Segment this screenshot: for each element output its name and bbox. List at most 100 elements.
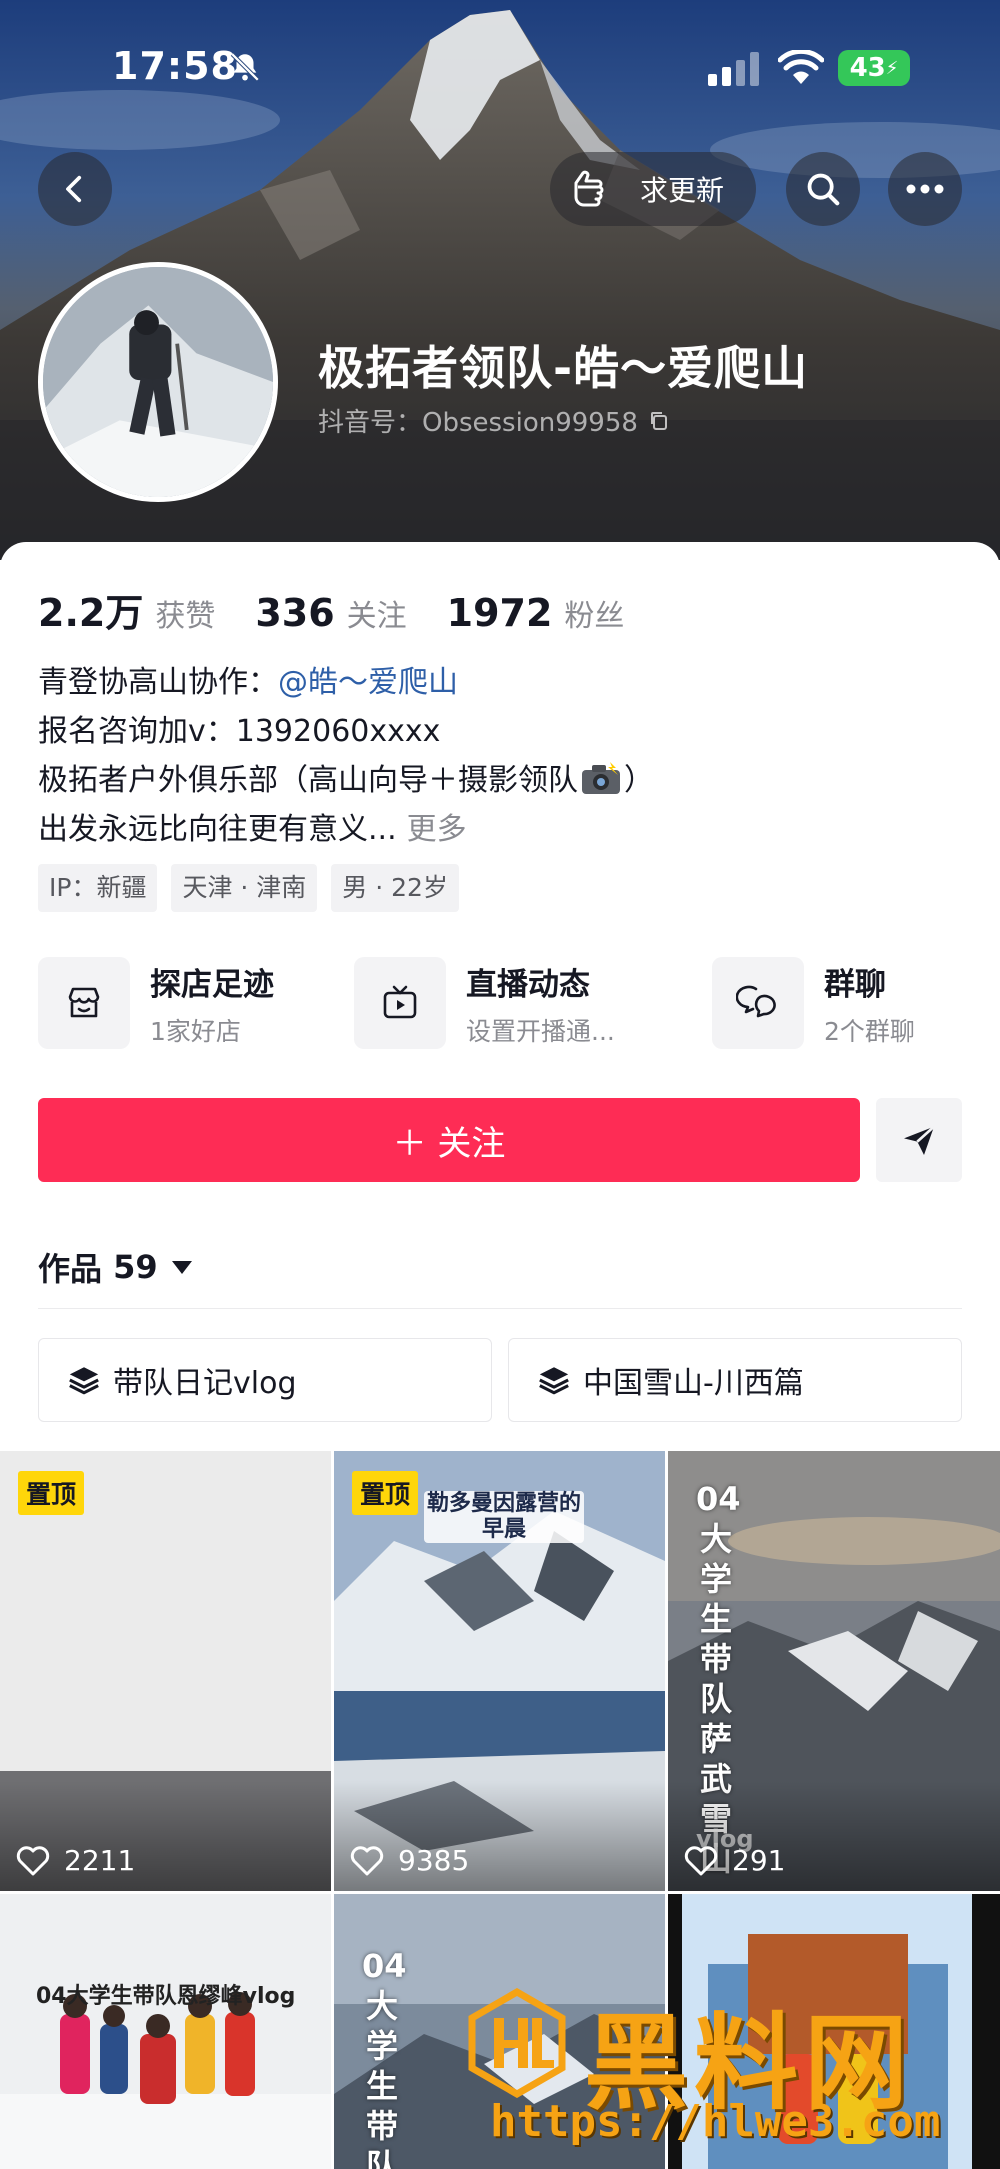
stat-followers-label: 粉丝 [564,599,625,634]
like-count: 2211 [16,1844,135,1877]
tag-city: 天津 · 津南 [171,864,318,912]
video-caption: 04大学生带队套 [362,1947,407,2169]
pointing-hand-icon [574,170,604,207]
entry-icon-box [354,957,446,1049]
search-icon [807,173,840,206]
feature-entries: 探店足迹 1家好店 直播动态 设置开播通... 群聊 2个群聊 [38,956,968,1050]
video-caption: 04大学生带队恩缪峰vlog [36,1984,296,2009]
climber-avatar-image [43,267,273,497]
like-count: 291 [684,1844,785,1877]
video-thumbnail[interactable]: 置顶 2211 [0,1451,331,1891]
entry-subtitle: 设置开播通... [466,1016,615,1046]
stat-following[interactable]: 336 关注 [255,591,406,635]
request-update-label: 求更新 [640,174,725,207]
layers-icon [539,1367,569,1395]
request-update-button[interactable]: 求更新 [550,152,756,226]
store-icon [68,987,100,1018]
divider [38,1308,962,1309]
profile-tags: IP：新疆 天津 · 津南 男 · 22岁 [38,864,473,912]
camera-flash-emoji-icon [582,762,620,794]
video-thumbnail[interactable]: 04大学生带队恩缪峰vlog [0,1894,331,2169]
heart-icon [16,1845,50,1875]
video-thumbnail[interactable]: 勒多曼因露营的早晨 置顶 9385 [334,1451,665,1891]
charging-icon: ⚡ [885,57,899,79]
profile-bio: 青登协高山协作：@皓～爱爬山 报名咨询加v：1392060xxxx 极拓者户外俱… [38,658,968,854]
douyin-id[interactable]: 抖音号：Obsession99958 [318,402,670,439]
bio-mention-link[interactable]: @皓～爱爬山 [278,665,458,700]
wifi-icon [778,50,824,84]
entry-store-visits[interactable]: 探店足迹 1家好店 [38,956,274,1050]
status-bar: 17:58 43 ⚡ [0,0,1000,130]
entry-subtitle: 2个群聊 [824,1016,915,1046]
collection-label: 带队日记vlog [113,1366,297,1401]
bio-line: 出发永远比向往更有意义... 更多 [38,805,968,854]
copy-icon[interactable] [648,410,670,432]
hl-logo-icon [468,1988,566,2098]
caret-down-icon [171,1260,192,1274]
stat-followers-value: 1972 [446,591,553,635]
status-time: 17:58 [112,44,238,88]
back-button[interactable] [38,152,112,226]
entry-title: 探店足迹 [150,966,274,1003]
stat-following-label: 关注 [346,599,407,634]
pinned-badge: 置顶 [18,1471,85,1515]
bio-line: 极拓者户外俱乐部（高山向导＋摄影领队 ） [38,756,968,805]
bell-off-icon [230,52,260,82]
video-thumbnail[interactable]: 04大学生带队萨武雪山 vlog 291 [668,1451,1000,1891]
more-options-button[interactable] [888,152,962,226]
collection-vlog[interactable]: 带队日记vlog [38,1338,492,1422]
entry-icon-box [38,957,130,1049]
send-message-button[interactable] [876,1098,962,1182]
entry-subtitle: 1家好店 [150,1016,241,1046]
paper-plane-icon [904,1125,935,1155]
like-count-value: 9385 [398,1844,470,1877]
video-caption: 勒多曼因露营的早晨 [424,1491,584,1543]
entry-title: 群聊 [824,966,886,1003]
like-count-value: 291 [732,1844,786,1877]
follow-button[interactable]: ＋ 关注 [38,1098,860,1182]
chat-icon [736,985,776,1018]
bio-line-text: 极拓者户外俱乐部（高山向导＋摄影领队 [38,763,578,798]
heart-icon [350,1845,384,1875]
tag-gender-age: 男 · 22岁 [331,864,459,912]
collection-label: 中国雪山-川西篇 [583,1366,804,1401]
entry-title: 直播动态 [466,966,590,1003]
bio-line-text: 青登协高山协作： [38,665,278,700]
works-tab[interactable]: 作品 59 [38,1244,192,1290]
layers-icon [69,1367,99,1395]
tv-icon [383,985,417,1019]
cellular-signal-icon [708,52,759,86]
battery-indicator: 43 ⚡ [838,50,910,86]
entry-live-updates[interactable]: 直播动态 设置开播通... [354,956,615,1050]
works-label: 作品 [38,1250,103,1288]
bio-line: 青登协高山协作：@皓～爱爬山 [38,658,968,707]
douyin-id-text: 抖音号：Obsession99958 [318,408,638,438]
watermark-url: https://hlwe3.com [490,2096,941,2147]
stat-following-value: 336 [255,591,335,635]
search-button[interactable] [786,152,860,226]
bio-line-text: 出发永远比向往更有意义... [38,812,397,847]
collections: 带队日记vlog 中国雪山-川西篇 [38,1338,962,1422]
like-count: 9385 [350,1844,469,1877]
video-cover-image [0,1894,331,2169]
bio-line: 报名咨询加v：1392060xxxx [38,714,441,749]
bio-line-text: ） [624,763,654,798]
profile-stats: 2.2万 获赞 336 关注 1972 粉丝 [38,582,664,637]
watermark: 黑料网 https://hlwe3.com [462,1978,992,2168]
pinned-badge: 置顶 [352,1471,419,1515]
profile-nickname: 极拓者领队-皓～爱爬山 [318,341,809,395]
stat-likes-value: 2.2万 [38,591,144,635]
stat-likes[interactable]: 2.2万 获赞 [38,582,215,637]
profile-info-card: 2.2万 获赞 336 关注 1972 粉丝 青登协高山协作：@皓～爱爬山 报名… [0,542,1000,1452]
stat-followers[interactable]: 1972 粉丝 [447,591,625,635]
entry-group-chat[interactable]: 群聊 2个群聊 [712,956,915,1050]
collection-snow-mountain[interactable]: 中国雪山-川西篇 [508,1338,962,1422]
entry-icon-box [712,957,804,1049]
bio-more-link[interactable]: 更多 [407,812,467,847]
avatar[interactable] [38,262,278,502]
chevron-left-icon [66,175,82,203]
stat-likes-label: 获赞 [155,599,216,634]
like-count-value: 2211 [64,1844,136,1877]
tag-ip-location: IP：新疆 [38,864,158,912]
more-dots-icon [906,184,944,194]
